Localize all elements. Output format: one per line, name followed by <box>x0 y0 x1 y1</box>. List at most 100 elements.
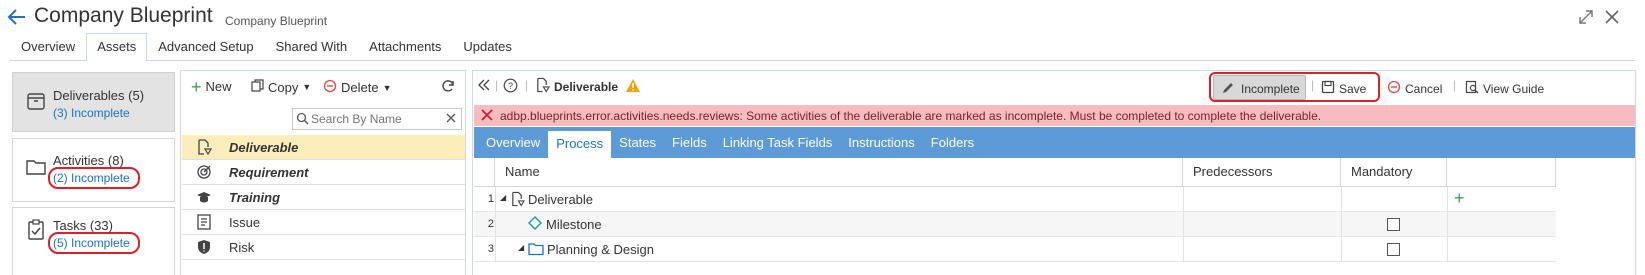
tab-states[interactable]: States <box>611 130 664 158</box>
process-grid: Name Predecessors Mandatory 1 ◢ Delivera… <box>474 158 1635 275</box>
tab-fields[interactable]: Fields <box>664 130 715 158</box>
new-button[interactable]: + New <box>191 76 232 97</box>
copy-button[interactable]: Copy ▼ <box>251 79 311 95</box>
cell-divider <box>1341 212 1342 237</box>
error-message: adbp.blueprints.error.activities.needs.r… <box>500 109 1322 123</box>
row-name: Milestone <box>546 217 602 232</box>
tab-updates[interactable]: Updates <box>452 33 522 61</box>
expand-triangle-icon[interactable]: ◢ <box>500 193 506 202</box>
tab-process[interactable]: Process <box>548 130 612 158</box>
column-header-mandatory[interactable]: Mandatory <box>1341 158 1447 187</box>
row-number: 1 <box>487 193 494 205</box>
cancel-button[interactable]: Cancel <box>1387 80 1442 97</box>
expand-triangle-icon[interactable]: ◢ <box>518 243 524 252</box>
error-x-icon <box>481 109 493 124</box>
delete-label: Delete <box>341 80 379 95</box>
top-tab-bar: Overview Assets Advanced Setup Shared Wi… <box>10 33 523 61</box>
current-item-label: Deliverable <box>554 79 619 94</box>
column-header-actions <box>1447 158 1556 187</box>
tab-folders[interactable]: Folders <box>923 130 982 158</box>
help-icon[interactable]: ? <box>503 78 518 93</box>
table-row[interactable]: 2 Milestone <box>474 212 1556 237</box>
diamond-icon <box>528 216 542 233</box>
incomplete-link[interactable]: (3) Incomplete <box>53 106 130 120</box>
highlight-ring <box>48 167 140 189</box>
asset-card-activities[interactable]: Activities (8) (2) Incomplete <box>12 138 175 202</box>
caret-down-icon: ▼ <box>382 82 392 93</box>
mandatory-checkbox[interactable] <box>1387 218 1400 231</box>
cancel-label: Cancel <box>1405 81 1443 96</box>
cell-divider <box>1447 212 1448 237</box>
column-header-name[interactable]: Name <box>495 158 1183 187</box>
mandatory-checkbox[interactable] <box>1387 243 1400 256</box>
page-subtitle: Company Blueprint <box>225 14 328 28</box>
view-guide-button[interactable]: View Guide <box>1465 80 1544 97</box>
clear-search-icon[interactable] <box>445 112 457 127</box>
tab-overview[interactable]: Overview <box>478 130 548 158</box>
current-item: Deliverable <box>535 77 641 96</box>
warning-icon <box>625 78 641 96</box>
cell-divider <box>1183 187 1184 212</box>
asset-title: Tasks (33) <box>53 218 113 233</box>
close-icon[interactable] <box>1603 8 1621 26</box>
search-icon <box>296 112 309 128</box>
delete-button[interactable]: Delete ▼ <box>323 79 392 96</box>
cell-divider <box>495 187 496 212</box>
caret-down-icon: ▼ <box>302 82 312 92</box>
archive-box-icon <box>25 90 47 112</box>
detail-tab-bar: Overview Process States Fields Linking T… <box>474 127 1635 158</box>
asset-title: Deliverables (5) <box>53 88 145 103</box>
cell-divider <box>1183 237 1184 262</box>
row-number-header <box>474 158 495 187</box>
collapse-left-icon[interactable] <box>477 78 491 92</box>
toolbar-separator: | <box>1453 78 1457 92</box>
svg-text:?: ? <box>508 81 513 91</box>
asset-card-deliverables[interactable]: Deliverables (5) (3) Incomplete <box>12 72 175 132</box>
asset-list-panel: + New Copy ▼ Delete ▼ Deliverable Requir… <box>180 70 466 275</box>
view-guide-label: View Guide <box>1483 81 1545 96</box>
cell-divider <box>495 237 496 262</box>
list-item[interactable]: Issue <box>182 210 465 235</box>
tab-instructions[interactable]: Instructions <box>840 130 922 158</box>
tab-overview[interactable]: Overview <box>10 33 86 61</box>
expand-icon[interactable] <box>1577 8 1595 26</box>
list-item-label: Requirement <box>229 165 309 180</box>
table-row[interactable]: 1 ◢ Deliverable + <box>474 187 1556 212</box>
tab-advanced-setup[interactable]: Advanced Setup <box>147 33 264 61</box>
list-item-label: Issue <box>229 215 261 230</box>
table-row[interactable]: 3 ◢ Planning & Design <box>474 237 1556 262</box>
column-header-predecessors[interactable]: Predecessors <box>1183 158 1341 187</box>
cell-divider <box>1447 237 1448 262</box>
list-item[interactable]: Training <box>182 185 465 210</box>
error-banner: adbp.blueprints.error.activities.needs.r… <box>474 105 1635 126</box>
copy-icon <box>251 79 264 95</box>
asset-card-tasks[interactable]: Tasks (33) (5) Incomplete <box>12 207 175 275</box>
document-lines-icon <box>196 214 212 230</box>
list-item-label: Risk <box>229 240 255 255</box>
list-item[interactable]: Risk <box>182 235 465 260</box>
search-field[interactable] <box>292 108 462 130</box>
detail-panel: | ? | Deliverable Incomplete | Save Canc… <box>472 70 1636 275</box>
clipboard-check-icon <box>25 218 47 240</box>
cell-divider <box>1341 187 1342 212</box>
tab-shared-with[interactable]: Shared With <box>265 33 359 61</box>
minus-circle-icon <box>323 79 337 96</box>
new-label: New <box>205 79 232 94</box>
target-icon <box>196 164 212 180</box>
tab-attachments[interactable]: Attachments <box>358 33 452 61</box>
tab-assets[interactable]: Assets <box>86 33 148 61</box>
tab-linking-task-fields[interactable]: Linking Task Fields <box>715 130 841 158</box>
plus-icon: + <box>191 76 202 97</box>
graduation-cap-icon <box>196 189 212 205</box>
toolbar-separator: | <box>525 78 529 92</box>
list-item[interactable]: Deliverable <box>182 135 465 160</box>
deliverable-doc-icon <box>535 77 551 96</box>
cell-divider <box>1447 187 1448 212</box>
add-row-icon[interactable]: + <box>1454 188 1465 209</box>
refresh-icon[interactable] <box>441 79 455 93</box>
list-item[interactable]: Requirement <box>182 160 465 185</box>
search-input[interactable] <box>311 111 447 127</box>
asset-title: Activities (8) <box>53 153 124 168</box>
row-name: Planning & Design <box>547 242 654 257</box>
back-arrow-icon[interactable] <box>6 6 28 30</box>
